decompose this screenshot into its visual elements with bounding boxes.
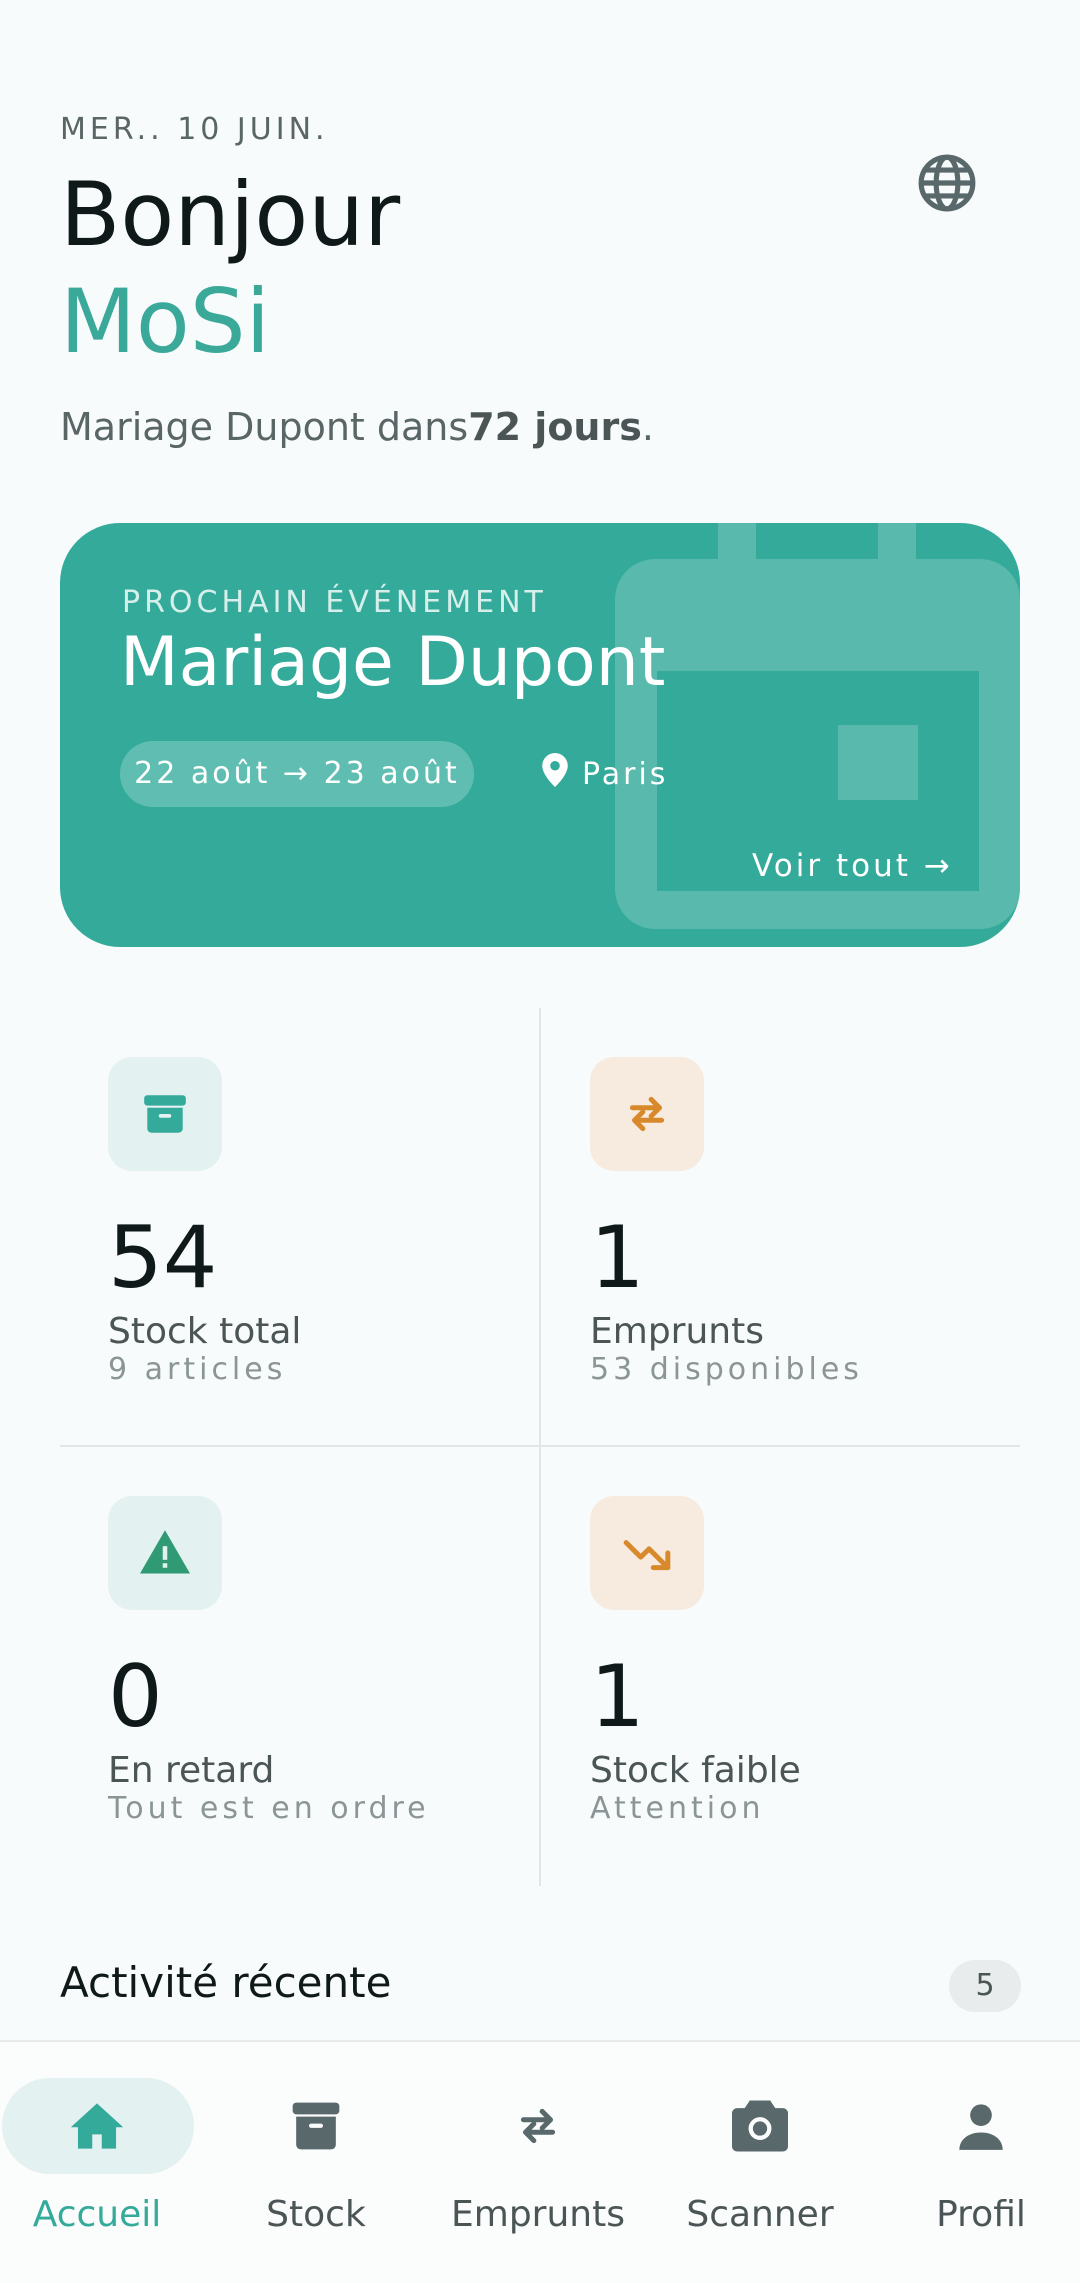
nav-label: Accueil — [32, 2194, 162, 2235]
archive-box-icon — [108, 1057, 222, 1171]
event-location-text: Paris — [582, 756, 669, 792]
stat-value: 1 — [590, 1208, 645, 1308]
trending-down-icon — [590, 1496, 704, 1610]
nav-item-profil[interactable]: Profil — [886, 2078, 1076, 2235]
stat-value: 54 — [108, 1208, 218, 1308]
greeting: Bonjour — [60, 163, 401, 266]
map-pin-icon — [542, 753, 568, 795]
nav-item-scanner[interactable]: Scanner — [665, 2078, 855, 2235]
stat-label: Stock faible — [590, 1750, 801, 1791]
event-date-range: 22 août → 23 août — [120, 741, 474, 807]
event-title: Mariage Dupont — [120, 623, 666, 702]
home-icon — [2, 2078, 192, 2174]
swap-arrows-icon — [443, 2078, 633, 2174]
stat-sub: Attention — [590, 1791, 765, 1826]
swap-arrows-icon — [590, 1057, 704, 1171]
grid-divider-vertical — [539, 1008, 541, 1886]
stat-sub: 53 disponibles — [590, 1352, 863, 1387]
warning-triangle-icon — [108, 1496, 222, 1610]
nav-label: Profil — [936, 2194, 1026, 2235]
person-icon — [886, 2078, 1076, 2174]
stat-label: Stock total — [108, 1311, 302, 1352]
stat-loans[interactable]: 1 Emprunts 53 disponibles — [590, 1057, 863, 1387]
nav-item-stock[interactable]: Stock — [221, 2078, 411, 2235]
nav-item-accueil[interactable]: Accueil — [2, 2078, 192, 2235]
nav-label: Emprunts — [451, 2194, 625, 2235]
bottom-navigation: Accueil Stock Emprunts Scanner Profil — [0, 2040, 1080, 2283]
stat-value: 0 — [108, 1647, 163, 1747]
stat-value: 1 — [590, 1647, 645, 1747]
event-location: Paris — [542, 753, 668, 795]
stat-low-stock[interactable]: 1 Stock faible Attention — [590, 1496, 801, 1826]
camera-icon — [665, 2078, 855, 2174]
stat-stock-total[interactable]: 54 Stock total 9 articles — [108, 1057, 301, 1387]
user-name: MoSi — [60, 270, 271, 373]
globe-icon[interactable] — [916, 152, 978, 214]
grid-divider-horizontal — [60, 1445, 1020, 1447]
date-label: MER.. 10 JUIN. — [60, 112, 329, 147]
see-all-link[interactable]: Voir tout → — [752, 848, 953, 884]
stat-sub: 9 articles — [108, 1352, 287, 1387]
archive-box-icon — [221, 2078, 411, 2174]
nav-label: Scanner — [686, 2194, 834, 2235]
countdown-prefix: Mariage Dupont dans — [60, 405, 469, 449]
nav-label: Stock — [266, 2194, 366, 2235]
countdown-subtitle: Mariage Dupont dans72 jours. — [60, 405, 654, 449]
next-event-label: PROCHAIN ÉVÉNEMENT — [122, 585, 547, 620]
next-event-card[interactable]: PROCHAIN ÉVÉNEMENT Mariage Dupont 22 aoû… — [60, 523, 1020, 947]
stat-label: Emprunts — [590, 1311, 764, 1352]
countdown-days: 72 jours — [468, 405, 642, 449]
countdown-suffix: . — [641, 405, 654, 449]
recent-activity-title: Activité récente — [60, 1958, 392, 2007]
activity-count-badge: 5 — [949, 1960, 1021, 2012]
nav-item-emprunts[interactable]: Emprunts — [443, 2078, 633, 2235]
stat-sub: Tout est en ordre — [108, 1791, 430, 1826]
stat-label: En retard — [108, 1750, 275, 1791]
stat-overdue[interactable]: 0 En retard Tout est en ordre — [108, 1496, 430, 1826]
